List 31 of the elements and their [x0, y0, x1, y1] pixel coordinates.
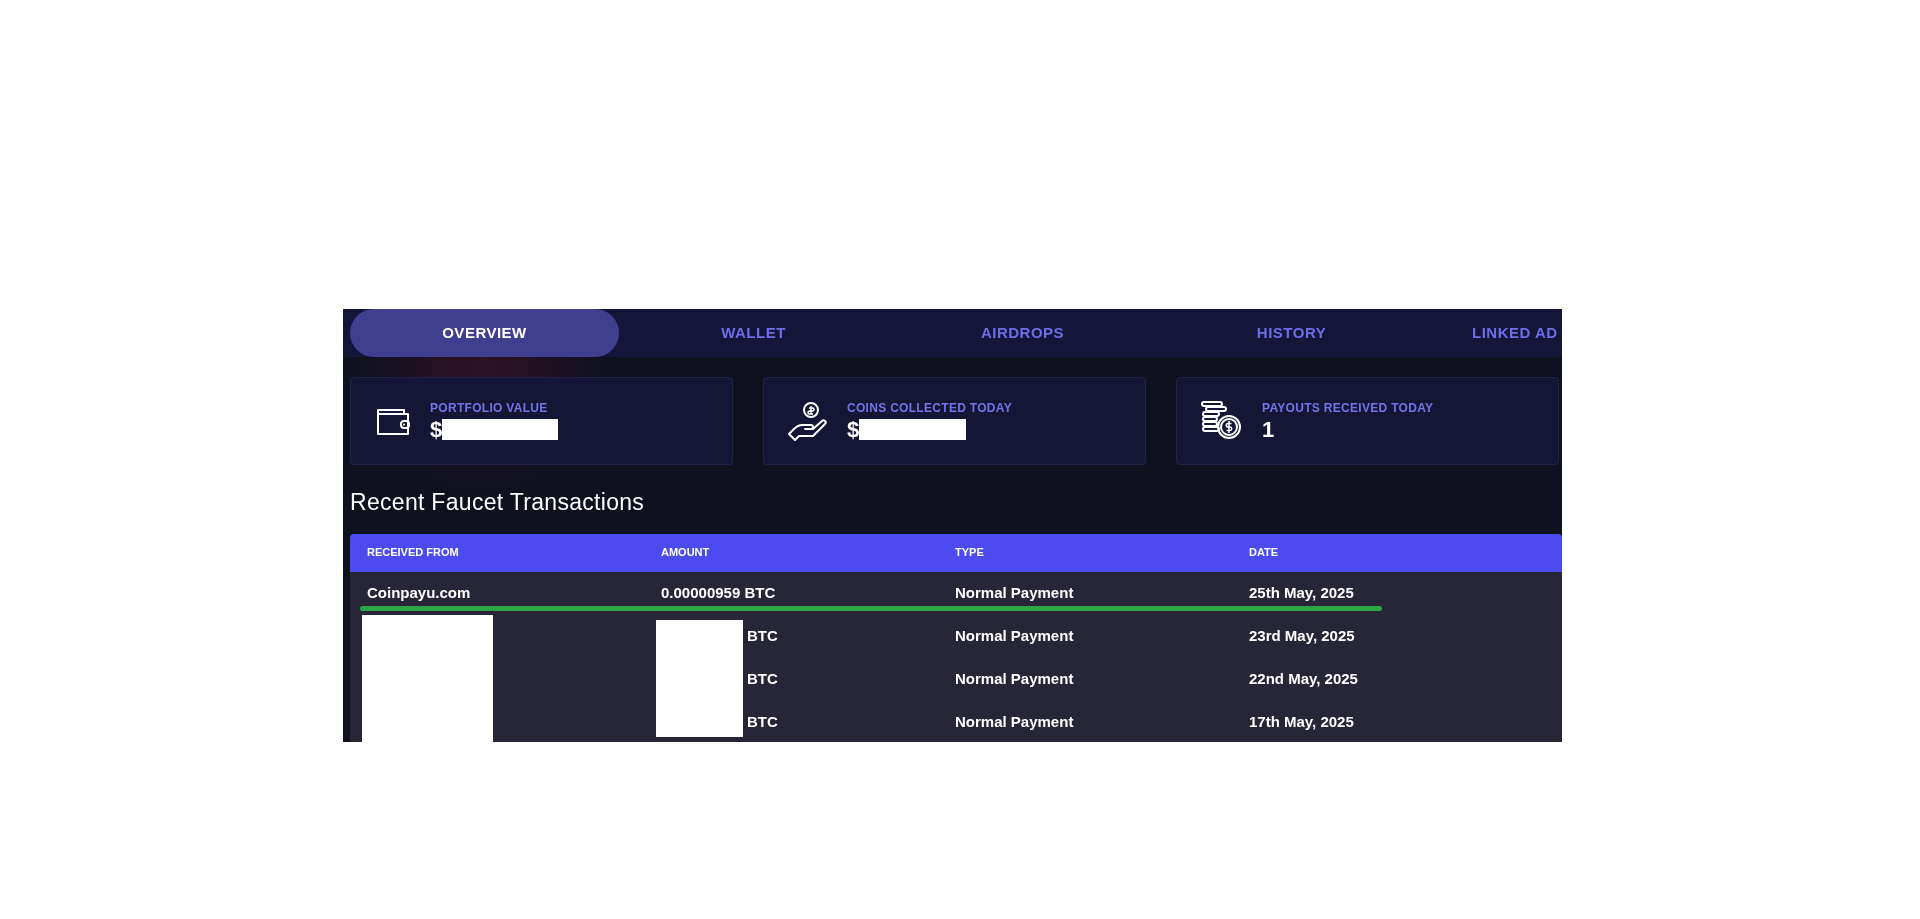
- coin-stack-icon: [1200, 400, 1244, 442]
- nav-tab[interactable]: WALLET: [619, 309, 888, 357]
- table-cell: Normal Payment: [955, 669, 1074, 687]
- column-header: RECEIVED FROM: [367, 546, 459, 559]
- stat-value: $: [430, 416, 443, 444]
- table-cell: Normal Payment: [955, 626, 1074, 644]
- stat-value: 1: [1262, 416, 1275, 444]
- nav-tab[interactable]: OVERVIEW: [350, 309, 619, 357]
- column-header: AMOUNT: [661, 546, 710, 559]
- table-cell: BTC: [747, 712, 778, 730]
- stat-label: PAYOUTS RECEIVED TODAY: [1262, 399, 1434, 417]
- nav-tab[interactable]: LINKED AD: [1426, 309, 1562, 357]
- hand-coin-icon: [787, 401, 829, 441]
- stat-value: $: [847, 416, 860, 444]
- nav-tab[interactable]: AIRDROPS: [888, 309, 1157, 357]
- table-cell: 25th May, 2025: [1249, 583, 1354, 601]
- table-cell: BTC: [747, 626, 778, 644]
- stat-label: PORTFOLIO VALUE: [430, 399, 549, 417]
- section-title: Recent Faucet Transactions: [350, 488, 646, 517]
- table-cell: 0.00000959 BTC: [661, 583, 776, 601]
- nav-tab[interactable]: HISTORY: [1157, 309, 1426, 357]
- table-cell: 17th May, 2025: [1249, 712, 1354, 730]
- column-header: DATE: [1249, 546, 1279, 559]
- table-cell: 22nd May, 2025: [1249, 669, 1358, 687]
- stat-label: COINS COLLECTED TODAY: [847, 399, 1012, 417]
- table-cell: Normal Payment: [955, 583, 1074, 601]
- table-cell: 23rd May, 2025: [1249, 626, 1355, 644]
- column-header: TYPE: [955, 546, 984, 559]
- table-cell: Coinpayu.com: [367, 583, 471, 601]
- table-cell: BTC: [747, 669, 778, 687]
- table-cell: Normal Payment: [955, 712, 1074, 730]
